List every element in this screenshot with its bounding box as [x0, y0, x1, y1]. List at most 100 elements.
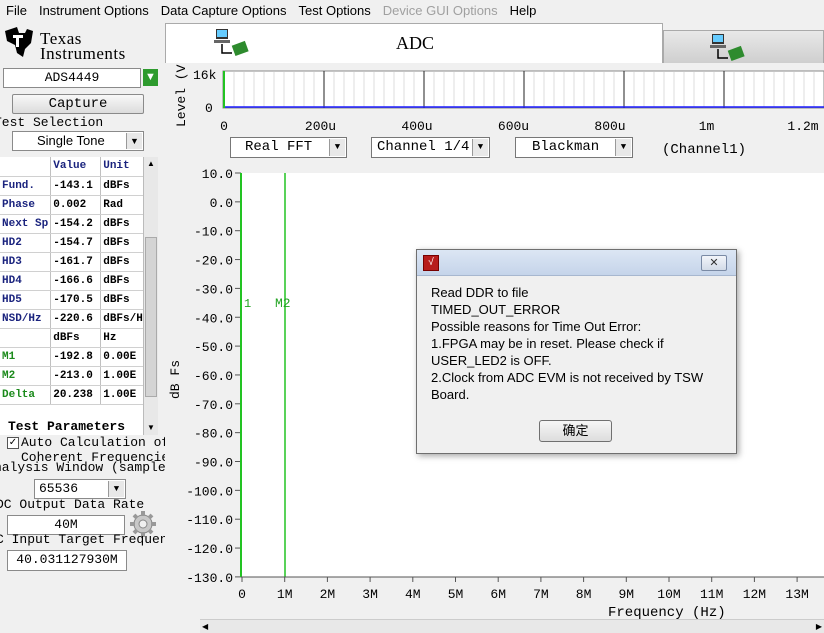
menu-item-test-options[interactable]: Test Options [293, 3, 377, 18]
scroll-thumb[interactable] [145, 237, 157, 397]
test-selection-dropdown[interactable]: Single Tone ▼ [12, 131, 144, 151]
fft-ytick: -80.0 [194, 427, 233, 442]
menu-item-help[interactable]: Help [504, 3, 543, 18]
marker-m1-label: 1 [244, 297, 251, 311]
table-cell: -143.1 [50, 176, 101, 196]
table-cell: 1.00E [100, 385, 145, 405]
analysis-window-label: nalysis Window (samples) [0, 460, 182, 475]
device-select[interactable]: ADS4449 [3, 68, 141, 88]
table-cell: Fund. [0, 176, 51, 196]
table-row: HD4 -166.6 dBFs [0, 271, 145, 291]
window-value: Blackman [532, 139, 600, 155]
fft-xtick: 12M [743, 587, 766, 602]
chevron-down-icon: ▼ [472, 139, 488, 156]
ok-button[interactable]: 确定 [539, 420, 612, 442]
fft-type-dropdown[interactable]: Real FFT ▼ [230, 137, 347, 158]
chevron-down-icon: ▼ [329, 139, 345, 156]
test-params-title: Test Parameters [8, 419, 126, 434]
table-cell: 0.00E [100, 347, 145, 367]
dialog-line: Board. [431, 387, 470, 402]
table-cell: M1 [0, 347, 51, 367]
chevron-down-icon: ▼ [126, 133, 142, 149]
adc-rate-label: DC Output Data Rate [0, 497, 145, 512]
scroll-down-icon[interactable]: ▼ [144, 421, 158, 435]
table-cell [0, 328, 51, 348]
time-xtick: 800u [594, 119, 625, 134]
fft-ytick: -50.0 [194, 340, 233, 355]
analysis-window-dropdown[interactable]: 65536 ▼ [34, 479, 126, 499]
table-row: HD3 -161.7 dBFs [0, 252, 145, 272]
table-scrollbar[interactable]: ▲ ▼ [143, 157, 158, 435]
fft-xtick: 11M [700, 587, 723, 602]
table-cell: dBFs [100, 252, 145, 272]
table-row: NSD/Hz -220.6 dBFs/H [0, 309, 145, 329]
menu-item-device-gui-options[interactable]: Device GUI Options [377, 3, 504, 18]
table-row: Delta 20.238 1.00E [0, 385, 145, 405]
menu-item-data-capture-options[interactable]: Data Capture Options [155, 3, 293, 18]
table-cell: -154.7 [50, 233, 101, 253]
time-ylabel: Level (V [174, 64, 189, 127]
input-freq-field[interactable]: 40.031127930M [7, 550, 127, 571]
fft-ytick: -60.0 [194, 369, 233, 384]
results-table: Value Unit Fund. -143.1 dBFs Phase 0.002 Rad Nex… [0, 157, 158, 435]
channel-dropdown[interactable]: Channel 1/4 ▼ [371, 137, 490, 158]
tab-dac[interactable] [663, 30, 824, 64]
horizontal-scrollbar[interactable]: ◀ ▶ [200, 619, 824, 633]
time-xtick: 200u [305, 119, 336, 134]
table-cell: HD5 [0, 290, 51, 310]
scroll-up-icon[interactable]: ▲ [144, 157, 158, 171]
menu-item-file[interactable]: File [0, 3, 33, 18]
fft-ytick: -100.0 [186, 484, 233, 499]
time-xtick: 1m [699, 119, 715, 134]
table-row: M1 -192.8 0.00E [0, 347, 145, 367]
fft-xtick: 4M [405, 587, 421, 602]
fft-type-value: Real FFT [245, 139, 313, 155]
test-selection-value: Single Tone [37, 133, 105, 148]
fft-ylabel: dB Fs [168, 360, 183, 399]
menu-item-instrument-options[interactable]: Instrument Options [33, 3, 155, 18]
table-cell: HD3 [0, 252, 51, 272]
computer-board-icon [214, 29, 249, 57]
dialog-titlebar[interactable]: √ ✕ [417, 250, 736, 276]
table-cell: M2 [0, 366, 51, 386]
close-icon[interactable]: ✕ [701, 255, 727, 271]
capture-button[interactable]: Capture [12, 94, 144, 114]
table-row: M2 -213.0 1.00E [0, 366, 145, 386]
table-row: Phase 0.002 Rad [0, 195, 145, 215]
scroll-right-icon[interactable]: ▶ [816, 620, 822, 633]
fft-ytick: -130.0 [186, 571, 233, 586]
error-dialog: √ ✕ Read DDR to file TIMED_OUT_ERROR Possi… [416, 249, 737, 454]
tab-adc[interactable]: ADC [165, 23, 663, 63]
fft-ytick: -10.0 [194, 225, 233, 240]
ti-logo: Texas Instruments [3, 25, 153, 63]
time-xticks: 0 200u 400u 600u 800u 1m 1.2m [220, 119, 819, 134]
time-xtick: 0 [220, 119, 228, 134]
chevron-down-icon: ▼ [108, 481, 124, 497]
fft-xticks: 0 1M 2M 3M 4M 5M 6M 7M 8M 9M 10M 11M 12M 13M [238, 577, 809, 602]
table-cell: -161.7 [50, 252, 101, 272]
dialog-message: Read DDR to file TIMED_OUT_ERROR Possible … [431, 284, 703, 403]
marker-m2-label: M2 [275, 296, 291, 311]
table-cell: HD4 [0, 271, 51, 291]
fft-xtick: 5M [448, 587, 464, 602]
fft-ytick: 10.0 [202, 167, 233, 182]
dialog-line: USER_LED2 is OFF. [431, 353, 552, 368]
fft-ytick: -40.0 [194, 311, 233, 326]
scroll-left-icon[interactable]: ◀ [202, 620, 208, 633]
window-dropdown[interactable]: Blackman ▼ [515, 137, 633, 158]
table-cell: dBFs [100, 214, 145, 234]
table-row: HD2 -154.7 dBFs [0, 233, 145, 253]
table-cell: dBFs [100, 176, 145, 196]
table-row: Fund. -143.1 dBFs [0, 176, 145, 196]
chevron-down-icon: ▼ [615, 139, 631, 156]
fft-xtick: 3M [362, 587, 378, 602]
table-cell: -192.8 [50, 347, 101, 367]
download-arrow-icon[interactable]: ▼ [143, 69, 158, 86]
dialog-line: 2.Clock from ADC EVM is not received by … [431, 370, 704, 385]
table-header-cell: Value [50, 157, 101, 177]
table-cell: dBFs/H [100, 309, 145, 329]
table-cell: dBFs [50, 328, 101, 348]
dialog-line: 1.FPGA may be in reset. Please check if [431, 336, 664, 351]
dialog-line: Read DDR to file [431, 285, 529, 300]
auto-calc-checkbox[interactable]: ✓ [7, 437, 19, 449]
